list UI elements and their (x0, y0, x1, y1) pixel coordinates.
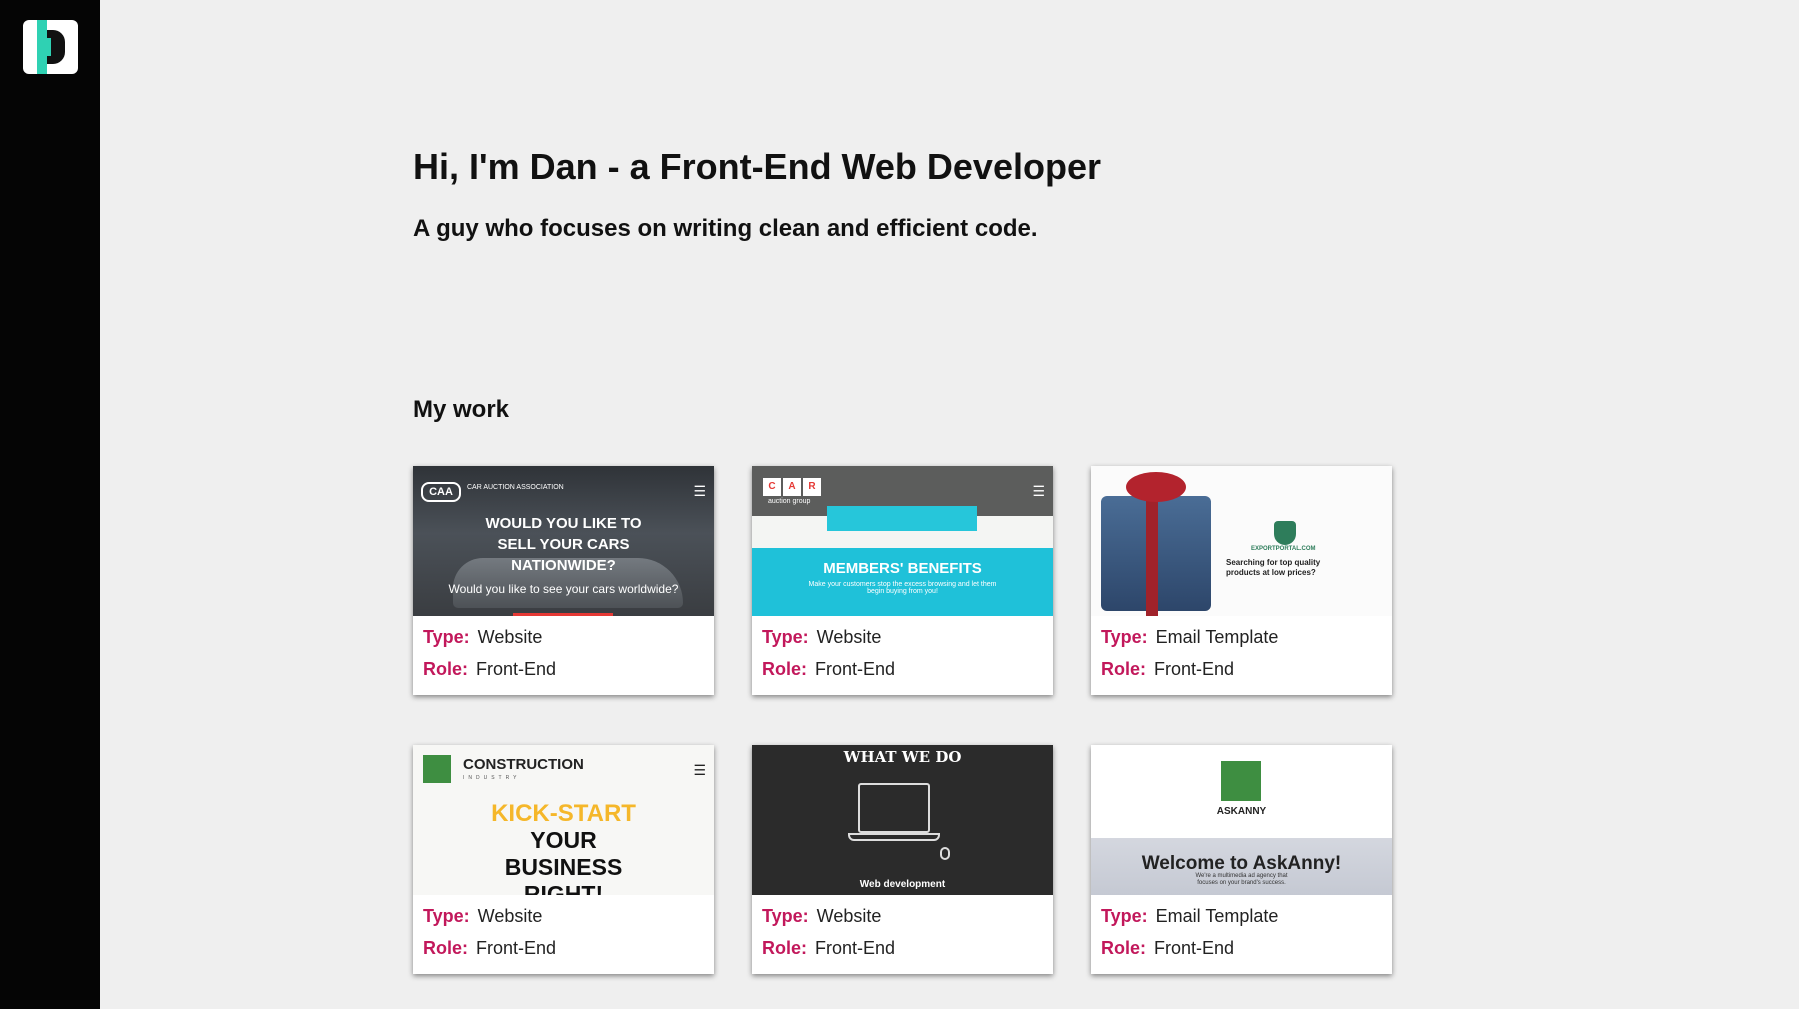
type-value: Email Template (1155, 627, 1279, 647)
role-label: Role: (423, 659, 468, 679)
benefits-band: MEMBERS' BENEFITS Make your customers st… (752, 548, 1053, 616)
work-card-what-we-do[interactable]: WHAT WE DO Web development Type: Website … (752, 745, 1053, 974)
menu-icon: ☰ (1032, 483, 1045, 499)
type-label: Type: (762, 627, 809, 647)
brand-subtitle: INDUSTRY (463, 775, 521, 781)
project-thumbnail: ASKANNY Welcome to AskAnny! We're a mult… (1091, 745, 1392, 895)
work-card-export-portal[interactable]: EXPORTPORTAL.COM Searching for top quali… (1091, 466, 1392, 695)
type-label: Type: (1101, 906, 1148, 926)
role-value: Front-End (1154, 938, 1235, 958)
role-row: Role: Front-End (762, 937, 1043, 969)
type-value: Website (816, 906, 882, 926)
construction-logo-icon (423, 755, 451, 783)
laptop-icon (858, 783, 930, 833)
role-row: Role: Front-End (423, 937, 704, 969)
thumb-subline: Would you like to see your cars worldwid… (448, 582, 679, 596)
project-thumbnail: EXPORTPORTAL.COM Searching for top quali… (1091, 466, 1392, 616)
role-row: Role: Front-End (423, 658, 704, 690)
accent-block (827, 506, 977, 531)
logo-d-icon[interactable] (23, 20, 78, 74)
type-value: Email Template (1155, 906, 1279, 926)
type-row: Type: Website (762, 626, 1043, 658)
brand-name: ASKANNY (1216, 806, 1267, 817)
type-value: Website (816, 627, 882, 647)
gift-ribbon (1146, 486, 1158, 616)
type-label: Type: (762, 906, 809, 926)
type-label: Type: (423, 906, 470, 926)
work-card-car-auction[interactable]: CAA CAR AUCTION ASSOCIATION ☰ WOULD YOU … (413, 466, 714, 695)
role-label: Role: (762, 938, 807, 958)
role-value: Front-End (1154, 659, 1235, 679)
type-row: Type: Website (423, 626, 704, 658)
hero-subtitle: A guy who focuses on writing clean and e… (413, 215, 1038, 242)
role-value: Front-End (476, 938, 557, 958)
brand-subtitle: auction group (768, 498, 811, 505)
thumb-headline: WHAT WE DO (843, 748, 962, 766)
role-label: Role: (762, 659, 807, 679)
role-row: Role: Front-End (1101, 658, 1382, 690)
role-value: Front-End (476, 659, 557, 679)
type-value: Website (477, 627, 543, 647)
role-value: Front-End (815, 938, 896, 958)
type-row: Type: Website (423, 905, 704, 937)
type-label: Type: (1101, 627, 1148, 647)
mouse-icon (940, 847, 950, 860)
project-thumbnail: CAR auction group ☰ MEMBERS' BENEFITS Ma… (752, 466, 1053, 616)
type-row: Type: Email Template (1101, 905, 1382, 937)
thumb-subline: We're a multimedia ad agency that focuse… (1195, 873, 1288, 886)
thumb-headline: Welcome to AskAnny! (1141, 853, 1342, 874)
askanny-logo-icon (1221, 761, 1261, 801)
brand-letter: C (763, 478, 781, 496)
role-label: Role: (1101, 938, 1146, 958)
work-card-construction[interactable]: CONSTRUCTION INDUSTRY ☰ KICK-START YOUR … (413, 745, 714, 974)
type-value: Website (477, 906, 543, 926)
role-value: Front-End (815, 659, 896, 679)
type-row: Type: Email Template (1101, 626, 1382, 658)
brand-logo: CAA (421, 482, 461, 502)
sidebar (0, 0, 100, 1009)
thumb-headline: WOULD YOU LIKE TO SELL YOUR CARS NATIONW… (485, 515, 642, 574)
laptop-base (848, 833, 940, 841)
brand-name: CONSTRUCTION (463, 756, 584, 773)
project-thumbnail: CAA CAR AUCTION ASSOCIATION ☰ WOULD YOU … (413, 466, 714, 616)
brand-name: EXPORTPORTAL.COM (1251, 546, 1316, 552)
thumb-headline: MEMBERS' BENEFITS (823, 560, 982, 577)
type-label: Type: (423, 627, 470, 647)
role-row: Role: Front-End (762, 658, 1043, 690)
brand-letter: A (783, 478, 801, 496)
thumb-headline: YOUR BUSINESS RIGHT! (504, 827, 623, 895)
role-label: Role: (1101, 659, 1146, 679)
menu-icon: ☰ (693, 762, 706, 778)
my-work-heading: My work (413, 396, 510, 423)
role-row: Role: Front-End (1101, 937, 1382, 969)
accent-bar (513, 613, 613, 616)
work-card-askanny[interactable]: ASKANNY Welcome to AskAnny! We're a mult… (1091, 745, 1392, 974)
shield-icon (1274, 521, 1296, 545)
gift-bow (1126, 472, 1186, 502)
project-thumbnail: CONSTRUCTION INDUSTRY ☰ KICK-START YOUR … (413, 745, 714, 895)
project-thumbnail: WHAT WE DO Web development (752, 745, 1053, 895)
thumb-headline: Searching for top quality products at lo… (1226, 558, 1321, 577)
hero-title: Hi, I'm Dan - a Front-End Web Developer (413, 146, 1101, 187)
type-row: Type: Website (762, 905, 1043, 937)
menu-icon: ☰ (693, 483, 706, 499)
role-label: Role: (423, 938, 468, 958)
work-card-car-auction-group[interactable]: CAR auction group ☰ MEMBERS' BENEFITS Ma… (752, 466, 1053, 695)
brand-letter: R (803, 478, 821, 496)
thumb-headline-accent: KICK-START (491, 800, 636, 827)
thumb-subline: Web development (859, 879, 946, 890)
brand-logo: CAR (763, 476, 823, 496)
brand-subtitle: CAR AUCTION ASSOCIATION (467, 484, 564, 491)
thumb-subline: Make your customers stop the excess brow… (808, 581, 997, 595)
